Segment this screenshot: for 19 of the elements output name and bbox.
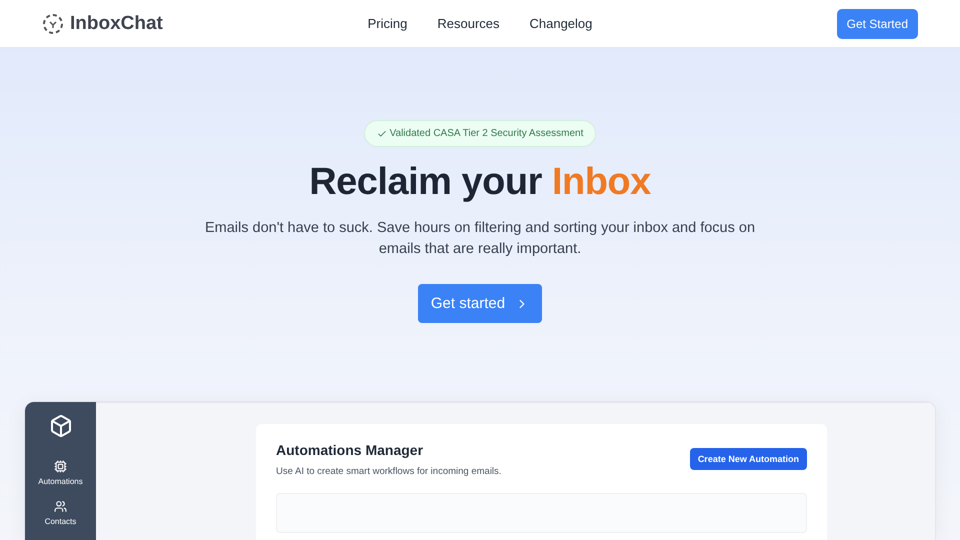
chip-icon <box>54 460 67 473</box>
check-icon <box>376 128 387 138</box>
sidebar-label[interactable]: Automations <box>38 477 83 486</box>
nav-link[interactable]: Changelog <box>530 16 592 31</box>
sidebar-label[interactable]: Contacts <box>44 517 76 526</box>
people-icon <box>54 500 67 513</box>
card-title: Automations Manager <box>276 442 424 458</box>
hero-title: Reclaim your Inbox <box>309 161 651 204</box>
get-started-button[interactable]: Get Started <box>836 8 918 38</box>
nav-link[interactable]: Resources <box>437 16 500 31</box>
security-badge: Validated CASA Tier 2 Security Assessment <box>364 120 596 147</box>
nav-link[interactable]: Pricing <box>368 16 408 31</box>
logo-icon <box>42 12 64 34</box>
card-description: Use AI to create smart workflows for incoming emails. <box>276 466 502 477</box>
brand-name: InboxChat <box>70 12 163 34</box>
hero-subtitle: Emails don't have to suck. Save hours on filtering and sorting your inbox and focus on emails that are really important. <box>204 219 756 259</box>
get-started-button[interactable]: Get started <box>418 284 542 323</box>
cube-icon <box>48 414 72 438</box>
create-automation-button[interactable]: Create New Automation <box>690 448 807 470</box>
